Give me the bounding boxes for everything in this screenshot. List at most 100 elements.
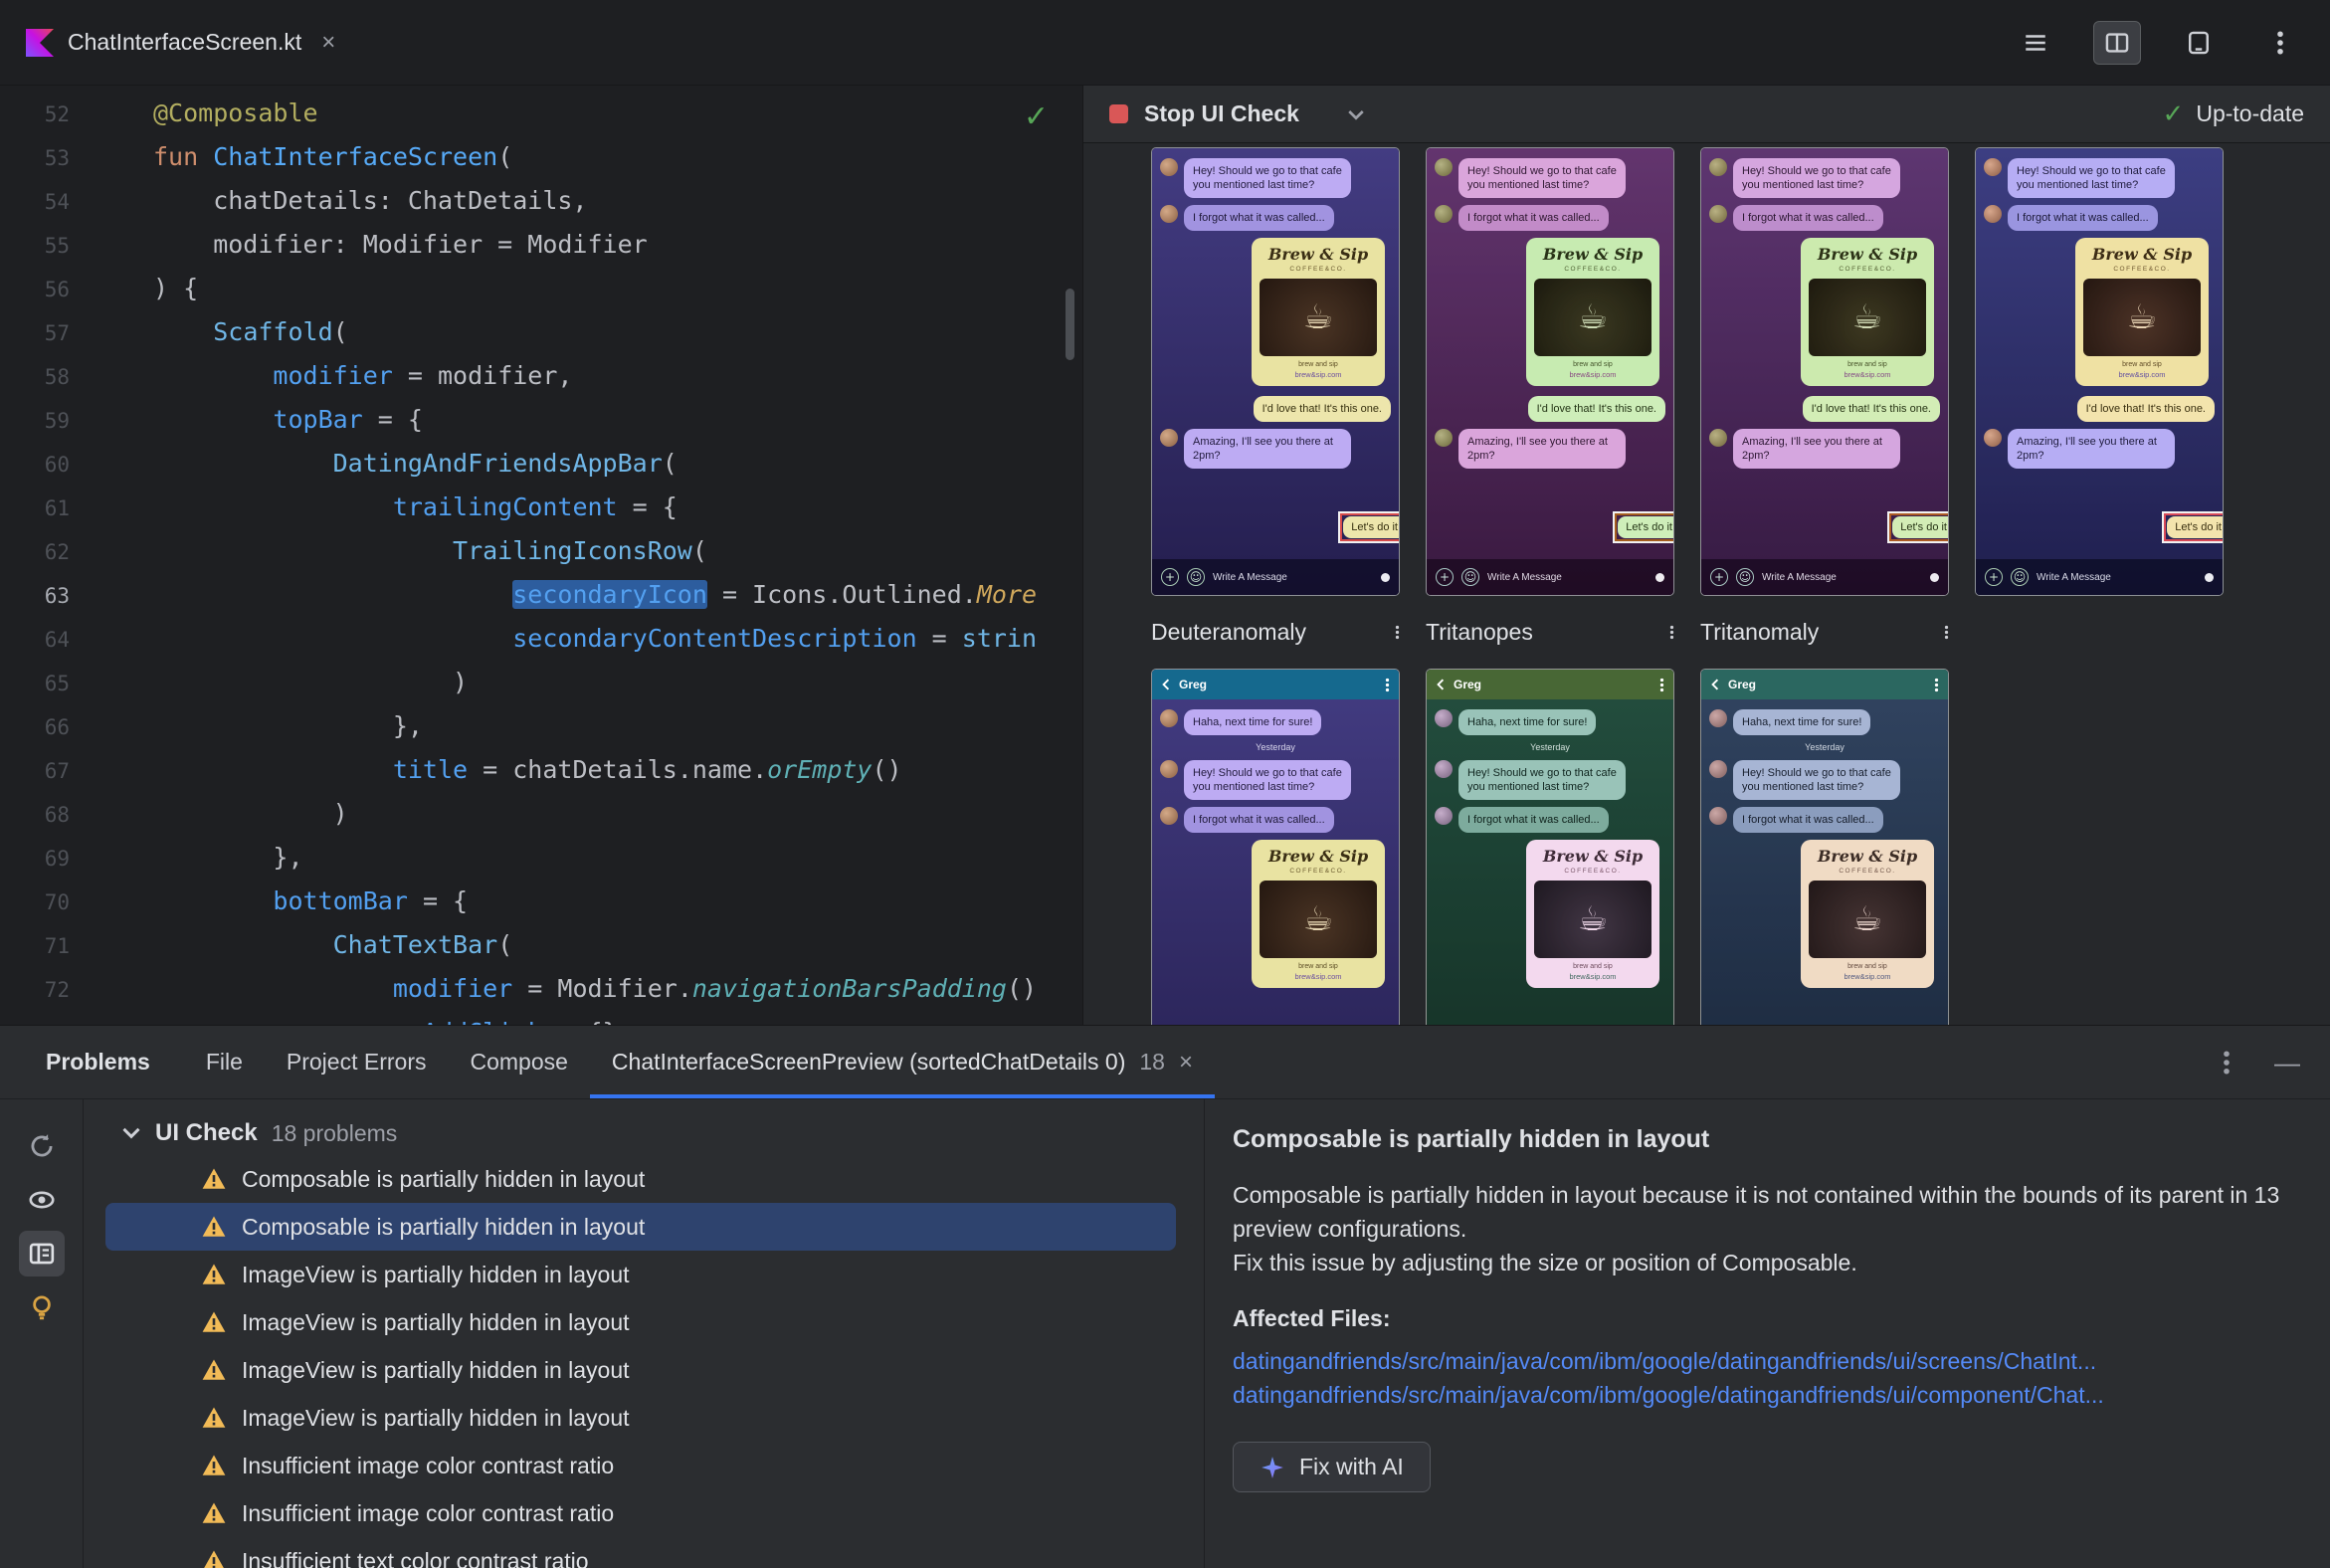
problem-row[interactable]: Composable is partially hidden in layout bbox=[105, 1155, 1176, 1203]
back-icon[interactable] bbox=[1436, 679, 1446, 690]
code-line[interactable]: 62 TrailingIconsRow( bbox=[0, 529, 1082, 573]
code-line[interactable]: 70 bottomBar = { bbox=[0, 880, 1082, 923]
problem-row[interactable]: Insufficient image color contrast ratio bbox=[105, 1442, 1176, 1489]
message-input-bar[interactable]: + ☺ Write A Message bbox=[1427, 559, 1673, 595]
tab-file[interactable]: File bbox=[184, 1026, 265, 1098]
tab-problems[interactable]: Problems bbox=[24, 1026, 184, 1098]
message-input[interactable]: Write A Message bbox=[1213, 572, 1373, 583]
emoji-icon[interactable]: ☺ bbox=[1461, 568, 1479, 586]
refresh-icon[interactable] bbox=[19, 1123, 65, 1169]
preview-eye-icon[interactable] bbox=[19, 1177, 65, 1223]
message-input-bar[interactable]: + ☺ Write A Message bbox=[1976, 559, 2223, 595]
code-text: ) bbox=[153, 668, 469, 696]
send-button[interactable] bbox=[2205, 572, 2214, 582]
minimize-panel-icon[interactable]: — bbox=[2274, 1048, 2300, 1078]
panel-options-icon[interactable] bbox=[2223, 1049, 2231, 1077]
kebab-icon[interactable] bbox=[1934, 678, 1939, 692]
problem-row[interactable]: Insufficient text color contrast ratio bbox=[105, 1537, 1176, 1568]
code-line[interactable]: 61 trailingContent = { bbox=[0, 486, 1082, 529]
editor-list-icon[interactable] bbox=[2012, 21, 2059, 65]
add-icon[interactable]: + bbox=[1161, 568, 1179, 586]
message-input-bar[interactable]: + ☺ Write A Message bbox=[1152, 559, 1399, 595]
problem-row[interactable]: ImageView is partially hidden in layout bbox=[105, 1298, 1176, 1346]
code-line[interactable]: 66 }, bbox=[0, 704, 1082, 748]
preview-card[interactable]: Hey! Should we go to that cafe you menti… bbox=[1700, 147, 1949, 596]
code-line[interactable]: 68 ) bbox=[0, 792, 1082, 836]
ui-check-mode-icon[interactable] bbox=[2175, 21, 2223, 65]
tab-project-errors[interactable]: Project Errors bbox=[265, 1026, 449, 1098]
problem-row[interactable]: ImageView is partially hidden in layout bbox=[105, 1251, 1176, 1298]
message-input[interactable]: Write A Message bbox=[1762, 572, 1922, 583]
fix-with-ai-button[interactable]: Fix with AI bbox=[1233, 1442, 1431, 1492]
tab-chatinterfacescreenpreview-sortedchatdetails-0[interactable]: ChatInterfaceScreenPreview (sortedChatDe… bbox=[590, 1026, 1215, 1098]
code-line[interactable]: 63 secondaryIcon = Icons.Outlined.More bbox=[0, 573, 1082, 617]
back-icon[interactable] bbox=[1161, 679, 1171, 690]
problem-row[interactable]: ImageView is partially hidden in layout bbox=[105, 1346, 1176, 1394]
preview-card[interactable]: Greg Haha, next time for sure! Yesterday He… bbox=[1700, 669, 1949, 1025]
code-line[interactable]: 52 @Composable bbox=[0, 92, 1082, 135]
kebab-icon[interactable] bbox=[1944, 625, 1949, 640]
kebab-icon[interactable] bbox=[1385, 678, 1390, 692]
kebab-icon[interactable] bbox=[1395, 625, 1400, 640]
code-line[interactable]: 64 secondaryContentDescription = strin bbox=[0, 617, 1082, 661]
details-view-icon[interactable] bbox=[18, 1231, 65, 1276]
code-line[interactable]: 65 ) bbox=[0, 661, 1082, 704]
tab-compose[interactable]: Compose bbox=[448, 1026, 589, 1098]
message-input[interactable]: Write A Message bbox=[2037, 572, 2197, 583]
send-button[interactable] bbox=[1655, 572, 1664, 582]
preview-card[interactable]: Hey! Should we go to that cafe you menti… bbox=[1151, 147, 1400, 596]
message-input[interactable]: Write A Message bbox=[1487, 572, 1648, 583]
add-icon[interactable]: + bbox=[1985, 568, 2003, 586]
code-line[interactable]: 57 Scaffold( bbox=[0, 310, 1082, 354]
chevron-down-icon[interactable] bbox=[1347, 108, 1365, 120]
add-icon[interactable]: + bbox=[1710, 568, 1728, 586]
add-icon[interactable]: + bbox=[1436, 568, 1454, 586]
code-line[interactable]: 67 title = chatDetails.name.orEmpty() bbox=[0, 748, 1082, 792]
tab-close-icon[interactable]: × bbox=[321, 29, 335, 57]
editor-tab-chatinterfacescreen[interactable]: ChatInterfaceScreen.kt × bbox=[0, 0, 355, 85]
code-line[interactable]: 72 modifier = Modifier.navigationBarsPad… bbox=[0, 967, 1082, 1011]
problem-row[interactable]: ImageView is partially hidden in layout bbox=[105, 1394, 1176, 1442]
affected-file-link[interactable]: datingandfriends/src/main/java/com/ibm/g… bbox=[1233, 1344, 2288, 1378]
inspections-ok-icon[interactable]: ✓ bbox=[1024, 99, 1049, 134]
code-line[interactable]: 59 topBar = { bbox=[0, 398, 1082, 442]
code-line[interactable]: 58 modifier = modifier, bbox=[0, 354, 1082, 398]
affected-file-link[interactable]: datingandfriends/src/main/java/com/ibm/g… bbox=[1233, 1378, 2288, 1412]
code-line[interactable]: 60 DatingAndFriendsAppBar( bbox=[0, 442, 1082, 486]
emoji-icon[interactable]: ☺ bbox=[2011, 568, 2029, 586]
split-editor-icon[interactable] bbox=[2093, 21, 2141, 65]
tab-close-icon[interactable]: × bbox=[1179, 1049, 1193, 1077]
more-options-icon[interactable] bbox=[2256, 21, 2304, 65]
lightbulb-icon[interactable] bbox=[19, 1284, 65, 1330]
avatar bbox=[1435, 205, 1453, 223]
ui-check-group-row[interactable]: UI Check 18 problems bbox=[84, 1111, 1204, 1155]
code-line[interactable]: 54 chatDetails: ChatDetails, bbox=[0, 179, 1082, 223]
problem-row[interactable]: Composable is partially hidden in layout bbox=[105, 1203, 1176, 1251]
send-button[interactable] bbox=[1381, 572, 1390, 582]
preview-card[interactable]: Greg Haha, next time for sure! Yesterday He… bbox=[1426, 669, 1674, 1025]
kebab-icon[interactable] bbox=[1659, 678, 1664, 692]
warning-icon bbox=[201, 1166, 227, 1192]
message-input-bar[interactable]: + ☺ Write A Message bbox=[1701, 559, 1948, 595]
problem-row[interactable]: Insufficient image color contrast ratio bbox=[105, 1489, 1176, 1537]
kebab-icon[interactable] bbox=[1669, 625, 1674, 640]
code-editor[interactable]: 52 @Composable 53 fun ChatInterfaceScreen(5… bbox=[0, 86, 1082, 1025]
code-line[interactable]: 71 ChatTextBar( bbox=[0, 923, 1082, 967]
back-icon[interactable] bbox=[1710, 679, 1720, 690]
emoji-icon[interactable]: ☺ bbox=[1187, 568, 1205, 586]
emoji-icon[interactable]: ☺ bbox=[1736, 568, 1754, 586]
preview-card[interactable]: Hey! Should we go to that cafe you menti… bbox=[1426, 147, 1674, 596]
code-line[interactable]: 69 }, bbox=[0, 836, 1082, 880]
chat-bubble: Haha, next time for sure! bbox=[1733, 709, 1871, 735]
preview-card[interactable]: Greg Haha, next time for sure! Yesterday He… bbox=[1151, 669, 1400, 1025]
code-text: onAddClick = {}, bbox=[153, 1018, 633, 1025]
stop-ui-check-button[interactable]: Stop UI Check bbox=[1144, 100, 1299, 127]
code-line[interactable]: 53 fun ChatInterfaceScreen( bbox=[0, 135, 1082, 179]
code-line[interactable]: 56) { bbox=[0, 267, 1082, 310]
preview-card[interactable]: Hey! Should we go to that cafe you menti… bbox=[1975, 147, 2224, 596]
code-line[interactable]: 73 onAddClick = {}, bbox=[0, 1011, 1082, 1025]
editor-scrollbar[interactable] bbox=[1066, 289, 1074, 360]
code-text: secondaryIcon = Icons.Outlined.More bbox=[512, 580, 1038, 609]
send-button[interactable] bbox=[1930, 572, 1939, 582]
code-line[interactable]: 55 modifier: Modifier = Modifier bbox=[0, 223, 1082, 267]
